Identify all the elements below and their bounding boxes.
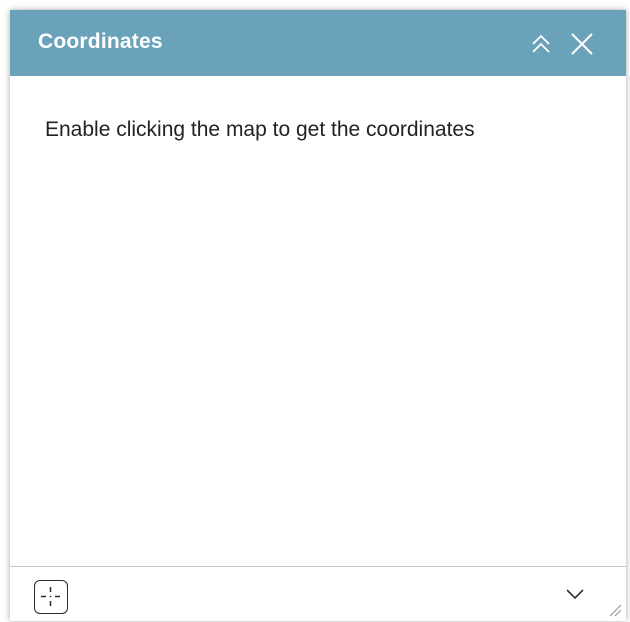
widget-title: Coordinates: [38, 30, 163, 53]
coordinates-widget-panel: Coordinates Enable clicking the map to g…: [10, 10, 626, 621]
resize-handle[interactable]: [606, 601, 622, 617]
resize-grip-icon: [609, 604, 622, 617]
double-chevron-up-icon: [532, 34, 550, 53]
crosshair-icon: [41, 587, 60, 606]
widget-header: Coordinates: [10, 10, 626, 76]
expand-button[interactable]: [564, 583, 586, 605]
close-icon: [571, 33, 593, 55]
collapse-button[interactable]: [524, 27, 558, 61]
instruction-message: Enable clicking the map to get the coord…: [45, 118, 475, 141]
enable-map-click-button[interactable]: [34, 580, 68, 614]
widget-body: Enable clicking the map to get the coord…: [10, 76, 626, 566]
close-button[interactable]: [565, 27, 599, 61]
widget-footer: [10, 566, 626, 622]
chevron-down-icon: [566, 589, 584, 600]
